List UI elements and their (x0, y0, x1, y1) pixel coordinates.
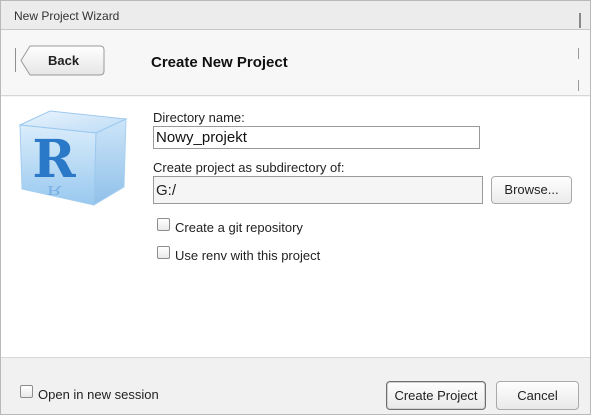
back-button[interactable]: Back (20, 45, 105, 76)
wizard-content: R R Directory name: Create project as su… (1, 97, 590, 357)
header-left-divider (15, 48, 16, 72)
wizard-header: Back Create New Project (1, 30, 590, 96)
back-button-label: Back (48, 53, 80, 68)
create-project-button[interactable]: Create Project (386, 381, 486, 410)
git-repository-label: Create a git repository (175, 220, 303, 235)
browse-button[interactable]: Browse... (491, 176, 572, 204)
subdirectory-path-input[interactable] (153, 176, 483, 204)
open-new-session-checkbox[interactable] (20, 385, 33, 398)
page-title: Create New Project (151, 54, 288, 71)
directory-name-label: Directory name: (153, 110, 245, 125)
new-project-wizard-window: New Project Wizard Back Create New Proje… (0, 0, 591, 415)
open-new-session-label: Open in new session (38, 387, 159, 402)
r-logo-letter: R (32, 129, 76, 190)
title-bar-edge (579, 13, 581, 28)
r-logo-reflection: R (46, 183, 62, 197)
wizard-footer: Open in new session Create Project Cance… (1, 357, 590, 414)
use-renv-label: Use renv with this project (175, 248, 321, 263)
window-title: New Project Wizard (14, 9, 120, 23)
header-right-divider-top (578, 48, 579, 59)
r-logo-icon: R R (18, 110, 128, 206)
header-right-divider-bottom (578, 80, 579, 91)
subdirectory-label: Create project as subdirectory of: (153, 160, 345, 175)
git-repository-checkbox[interactable] (157, 218, 170, 231)
cancel-button[interactable]: Cancel (496, 381, 579, 410)
title-bar: New Project Wizard (1, 1, 590, 30)
directory-name-input[interactable] (153, 126, 480, 149)
use-renv-checkbox[interactable] (157, 246, 170, 259)
